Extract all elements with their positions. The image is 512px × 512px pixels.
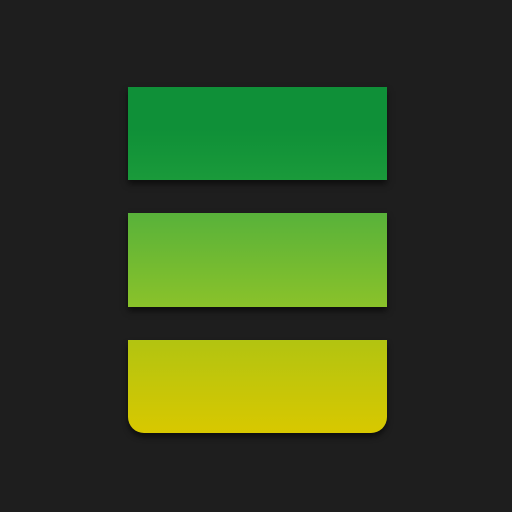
logo-bar-middle <box>128 213 387 307</box>
logo-bar-bottom <box>128 340 387 433</box>
app-logo-canvas <box>0 0 512 512</box>
logo-bar-top <box>128 87 387 180</box>
